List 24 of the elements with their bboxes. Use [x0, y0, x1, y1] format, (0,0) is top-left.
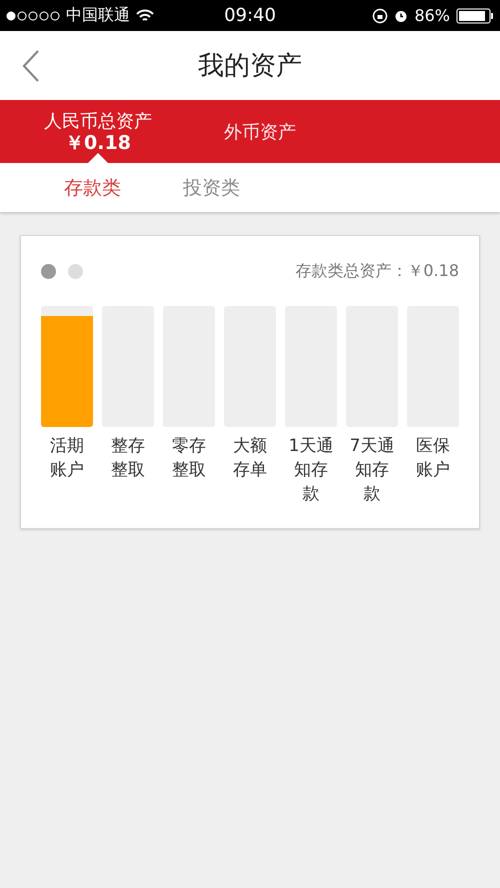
- total-assets: 存款类总资产：￥0.18: [295, 260, 459, 282]
- back-icon[interactable]: [22, 49, 40, 83]
- category-tab[interactable]: 存款类: [48, 163, 137, 212]
- account-label[interactable]: 活期账户: [50, 434, 84, 482]
- currency-tab[interactable]: 人民币总资产 ￥0.18: [38, 100, 158, 163]
- account-label[interactable]: 1天通知存款: [288, 434, 334, 506]
- page-title: 我的资产: [198, 50, 302, 83]
- page-dot[interactable]: [41, 264, 56, 278]
- alarm-icon: [394, 8, 408, 22]
- signal-icon: [6, 10, 60, 20]
- battery-icon: [456, 8, 494, 24]
- currency-tab[interactable]: 外币资产: [218, 100, 302, 163]
- wifi-icon: [136, 8, 154, 22]
- account-label[interactable]: 7天通知存款: [349, 434, 395, 506]
- page-dot[interactable]: [68, 264, 83, 278]
- account-label[interactable]: 大额存单: [233, 434, 267, 482]
- account-label[interactable]: 整存整取: [111, 434, 145, 482]
- clock-time: 09:40: [224, 5, 276, 26]
- battery-percent: 86%: [414, 6, 450, 25]
- carrier-name: 中国联通: [66, 5, 130, 26]
- account-label[interactable]: 医保账户: [416, 434, 450, 482]
- category-tab[interactable]: 投资类: [167, 163, 256, 212]
- account-label[interactable]: 零存整取: [172, 434, 206, 482]
- rotation-lock-icon: [372, 8, 388, 24]
